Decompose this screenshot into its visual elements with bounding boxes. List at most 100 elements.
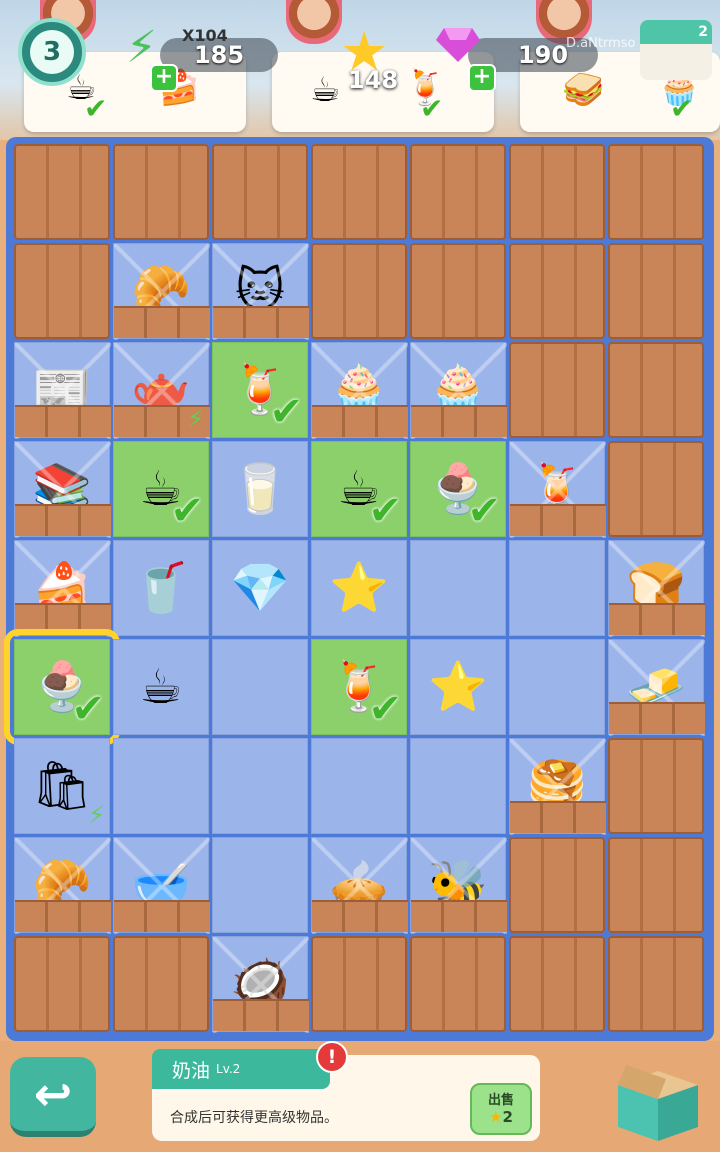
gem-icon[interactable]: 💎	[230, 564, 290, 612]
player-level: 3	[30, 30, 74, 74]
board-cell[interactable]	[410, 540, 506, 636]
shop-button[interactable]: 2	[640, 20, 712, 80]
check-icon: ✔	[71, 686, 105, 732]
board-cell[interactable]	[212, 639, 308, 735]
board-cell[interactable]: 💎	[212, 540, 308, 636]
board-cell[interactable]: 🥐	[113, 243, 210, 340]
locked-tile	[608, 738, 704, 834]
board-cell[interactable]: 🐱	[212, 243, 309, 340]
crate-base	[312, 900, 408, 932]
board-cell[interactable]	[212, 837, 308, 933]
board-cell[interactable]: ☕ ✔	[311, 441, 407, 537]
locked-tile	[608, 441, 704, 537]
board-cell[interactable]: 🐝	[410, 837, 507, 934]
stars-icon[interactable]: ⭐	[329, 564, 389, 612]
crate-base	[114, 306, 210, 338]
energy-value: 185	[193, 41, 245, 69]
crate-base	[15, 405, 111, 437]
locked-tile	[509, 837, 605, 933]
add-energy-button[interactable]: +	[150, 64, 178, 92]
locked-tile	[311, 144, 407, 240]
crate-base	[312, 405, 408, 437]
gem-icon	[436, 28, 480, 62]
board-cell[interactable]: ☕	[113, 639, 209, 735]
storage-box-icon[interactable]	[610, 1049, 706, 1145]
locked-tile	[410, 936, 506, 1032]
locked-tile	[14, 243, 110, 339]
energy-bolt-icon: ⚡	[88, 801, 105, 829]
locked-tile	[509, 936, 605, 1032]
board-cell[interactable]: ⭐	[311, 540, 407, 636]
energy-multiplier: X104	[182, 26, 228, 45]
check-icon: ✔	[368, 488, 402, 534]
check-icon: ✔	[467, 488, 501, 534]
locked-tile	[14, 936, 110, 1032]
board-cell[interactable]: 🍞	[608, 540, 705, 637]
board-cell[interactable]	[509, 540, 605, 636]
locked-tile	[113, 144, 209, 240]
board-cell[interactable]: 🥞	[509, 738, 606, 835]
crate-base	[213, 999, 309, 1031]
crate-base	[609, 702, 705, 734]
crate-base	[15, 504, 111, 536]
item-name: 奶油	[172, 1059, 211, 1082]
board-cell[interactable]: ☕ ✔	[113, 441, 209, 537]
board-cell[interactable]	[410, 738, 506, 834]
board-cell[interactable]: 🛍 ⚡	[14, 738, 110, 834]
board-cell[interactable]: 🧁	[311, 342, 408, 439]
board-cell[interactable]: 🥐	[14, 837, 111, 934]
board-cell[interactable]: 📰	[14, 342, 111, 439]
milk-icon[interactable]: 🥛	[230, 465, 290, 513]
locked-tile	[509, 243, 605, 339]
player-tag: D.aNtrmso	[566, 36, 636, 51]
stars-icon[interactable]: ⭐	[428, 663, 488, 711]
crate-base	[15, 603, 111, 635]
locked-tile	[410, 144, 506, 240]
board-cell[interactable]: 🧁	[410, 342, 507, 439]
board-cell[interactable]	[311, 738, 407, 834]
check-icon: ✔	[670, 92, 694, 125]
board-cell[interactable]: 🫖 ⚡	[113, 342, 210, 439]
locked-tile	[311, 243, 407, 339]
sandwich-icon: 🥪	[562, 70, 605, 110]
locked-tile	[311, 936, 407, 1032]
shopping-bag-icon[interactable]: 🛍	[32, 762, 93, 810]
coffee-cup-icon[interactable]: 🥤	[131, 564, 191, 612]
locked-tile	[14, 144, 110, 240]
board-cell[interactable]	[113, 738, 209, 834]
player-level-badge[interactable]: 3	[18, 18, 86, 86]
board-cell[interactable]: 🍹 ✔	[311, 639, 407, 735]
add-gems-button[interactable]: +	[468, 64, 496, 92]
info-alert-icon[interactable]: !	[316, 1041, 348, 1073]
board-cell[interactable]	[509, 639, 605, 735]
sell-button[interactable]: 出售 ★2	[470, 1083, 532, 1135]
shop-badge: 2	[698, 24, 708, 40]
item-level: Lv.2	[216, 1062, 241, 1076]
board-cell[interactable]: 🧈	[608, 639, 705, 736]
board-cell[interactable]: 🥧	[311, 837, 408, 934]
latte-icon: ☕	[310, 70, 341, 110]
locked-tile	[608, 936, 704, 1032]
board-cell[interactable]: 🍨 ✔	[410, 441, 506, 537]
board-cell[interactable]: ⭐	[410, 639, 506, 735]
board-cell[interactable]: 🥣	[113, 837, 210, 934]
espresso-icon[interactable]: ☕	[139, 663, 182, 711]
board-cell[interactable]: 📚	[14, 441, 111, 538]
check-icon: ✔	[269, 389, 303, 435]
board-cell[interactable]: 🍨 ✔	[14, 639, 110, 735]
board-cell[interactable]: 🥛	[212, 441, 308, 537]
board-cell[interactable]: 🍹	[509, 441, 606, 538]
board-cell[interactable]: 🍰	[14, 540, 111, 637]
board-cell[interactable]: 🥥	[212, 936, 309, 1033]
board-cell[interactable]: 🍹 ✔	[212, 342, 308, 438]
board-cell[interactable]: 🥤	[113, 540, 209, 636]
sell-price: 2	[502, 1108, 513, 1126]
undo-button[interactable]: ↩	[10, 1057, 96, 1137]
back-arrow-icon: ↩	[33, 1067, 73, 1121]
locked-tile	[608, 144, 704, 240]
board-cell[interactable]	[212, 738, 308, 834]
sell-label: 出售	[487, 1093, 514, 1108]
locked-tile	[608, 243, 704, 339]
locked-tile	[509, 342, 605, 438]
star-count: 148	[348, 66, 399, 94]
